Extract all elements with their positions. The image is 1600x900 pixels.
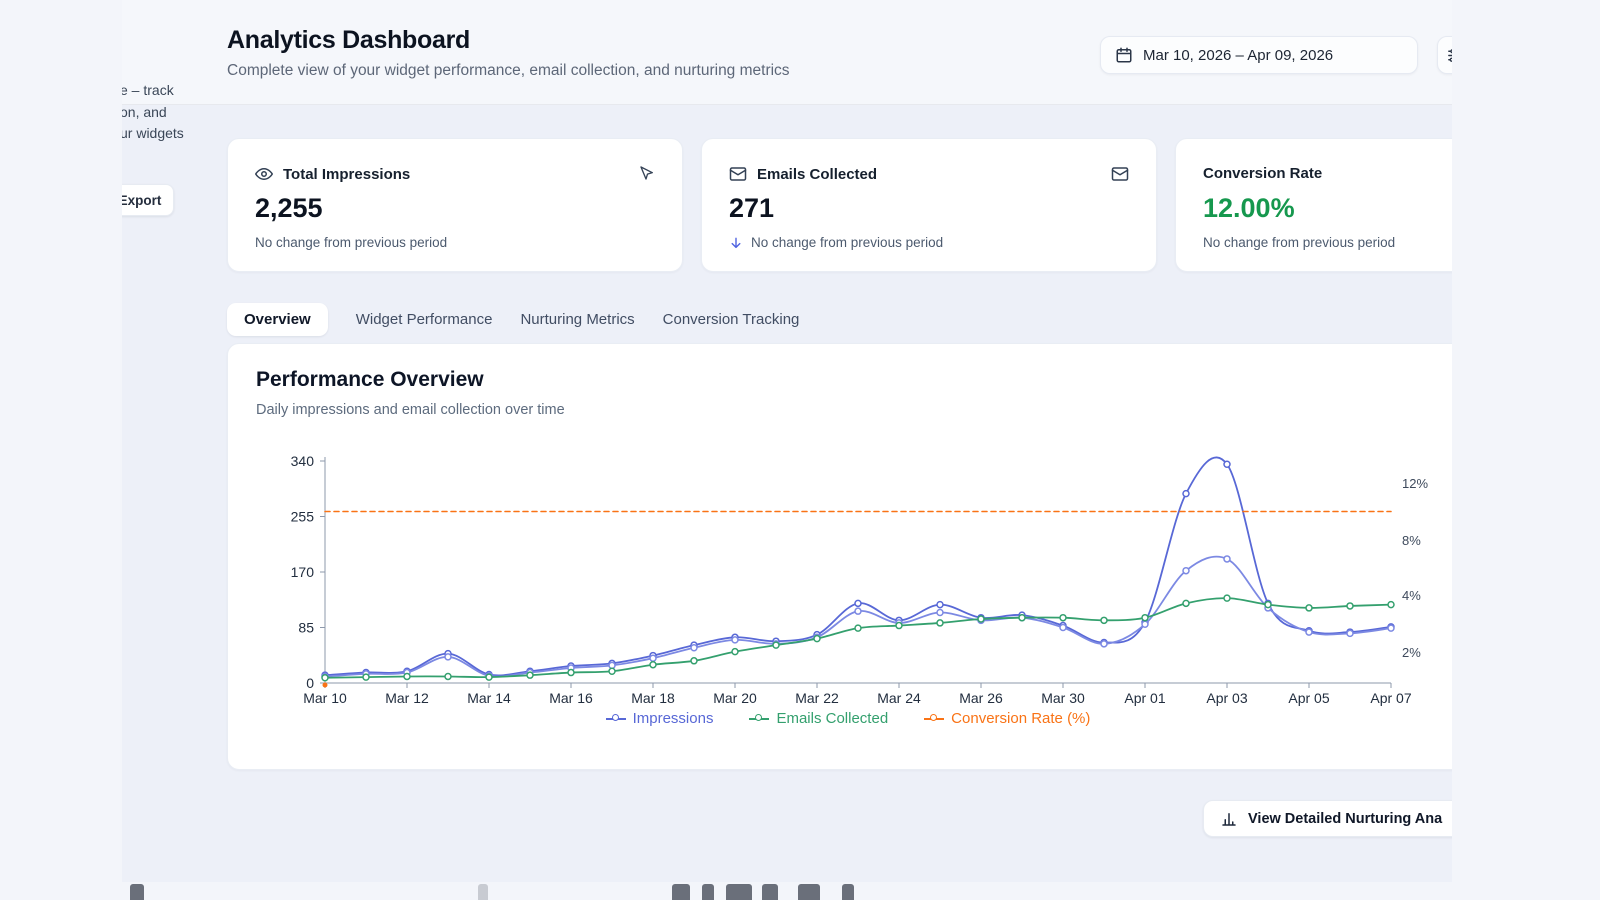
stat-value-0: 2,255 (255, 193, 323, 223)
svg-text:Mar 20: Mar 20 (713, 690, 757, 706)
svg-text:0: 0 (306, 675, 314, 691)
svg-text:Mar 12: Mar 12 (385, 690, 429, 706)
page-title: Analytics Dashboard (227, 26, 470, 54)
stat-card-header: Emails Collected (729, 165, 877, 183)
svg-text:170: 170 (291, 564, 315, 580)
tab-conversion-tracking[interactable]: Conversion Tracking (663, 311, 800, 328)
analytics-app: e – track on, and ur widgets Export Anal… (122, 0, 1452, 882)
detail-button-label: View Detailed Nurturing Ana (1248, 810, 1443, 827)
stat-change: No change from previous period (729, 235, 943, 250)
svg-text:2%: 2% (1402, 645, 1421, 660)
stat-card-header: Total Impressions (255, 165, 410, 183)
tab-nurturing-metrics[interactable]: Nurturing Metrics (520, 311, 634, 328)
stat-label: Total Impressions (283, 165, 411, 183)
stat-label: Conversion Rate (1203, 165, 1323, 182)
svg-text:Mar 24: Mar 24 (877, 690, 921, 706)
bottom-artifact (726, 884, 752, 900)
stat-card-emails-collected: Emails Collected 271 No change from prev… (701, 138, 1157, 272)
stat-change: No change from previous period (255, 235, 447, 250)
legend-marker-icon (924, 713, 945, 721)
sliders-icon (1448, 48, 1452, 62)
mail-icon (729, 167, 747, 181)
bottom-artifact (702, 884, 714, 900)
chart-title: Performance Overview (256, 368, 484, 391)
svg-text:Apr 03: Apr 03 (1206, 690, 1247, 706)
legend-item[interactable]: Impressions (605, 710, 714, 727)
arrow-down-icon (731, 237, 741, 248)
bottom-artifact (842, 884, 854, 900)
fragment-line: e – track (122, 82, 174, 98)
cursor-icon (640, 166, 653, 180)
date-range-label: Mar 10, 2026 – Apr 09, 2026 (1143, 46, 1334, 64)
bottom-artifact (478, 884, 488, 900)
stat-label: Emails Collected (757, 165, 878, 183)
stat-value-1: 271 (729, 193, 775, 223)
svg-text:255: 255 (291, 509, 315, 525)
stat-card-total-impressions: Total Impressions 2,255 No change from p… (227, 138, 683, 272)
stat-card-header: Conversion Rate (1203, 165, 1322, 182)
svg-text:Mar 18: Mar 18 (631, 690, 675, 706)
chart-legend: Impressions Emails Collected Conversion Ra… (228, 710, 1452, 727)
svg-text:12%: 12% (1402, 476, 1428, 491)
legend-marker-icon (749, 713, 770, 721)
header-extra-button[interactable] (1437, 36, 1452, 74)
bar-chart-icon (1222, 812, 1236, 826)
date-range-button[interactable]: Mar 10, 2026 – Apr 09, 2026 (1100, 36, 1418, 74)
performance-chart: 0 85 170 255 340 Mar 10 Mar 12 Mar 14 Mar 16 Mar … (291, 453, 1429, 706)
stat-value-2: 12.00% (1203, 193, 1295, 223)
svg-text:4%: 4% (1402, 588, 1421, 603)
legend-label: Emails Collected (776, 710, 889, 727)
stat-card-conversion-rate: Conversion Rate 12.00% No change from pr… (1175, 138, 1452, 272)
tab-widget-performance[interactable]: Widget Performance (356, 311, 493, 328)
sidebar-text-fragment: e – track on, and ur widgets (122, 80, 184, 145)
fragment-line: ur widgets (122, 125, 184, 141)
svg-text:85: 85 (298, 620, 314, 636)
svg-text:Mar 10: Mar 10 (303, 690, 347, 706)
svg-text:Apr 07: Apr 07 (1370, 690, 1411, 706)
stat-change: No change from previous period (1203, 235, 1395, 250)
export-button[interactable]: Export (122, 184, 174, 216)
eye-icon (255, 168, 273, 180)
svg-text:8%: 8% (1402, 533, 1421, 548)
legend-item[interactable]: Conversion Rate (%) (924, 710, 1090, 727)
fragment-line: on, and (122, 103, 167, 120)
tab-overview[interactable]: Overview (227, 303, 328, 336)
tab-bar: Overview Widget Performance Nurturing Me… (227, 301, 799, 338)
svg-text:Mar 22: Mar 22 (795, 690, 839, 706)
svg-text:Mar 30: Mar 30 (1041, 690, 1085, 706)
stat-change-text: No change from previous period (1203, 235, 1396, 250)
chart-subtitle: Daily impressions and email collection o… (256, 402, 565, 418)
legend-label: Impressions (632, 710, 714, 727)
svg-text:Mar 14: Mar 14 (467, 690, 511, 706)
legend-item[interactable]: Emails Collected (749, 710, 888, 727)
bottom-artifact (798, 884, 820, 900)
legend-label: Conversion Rate (%) (951, 710, 1091, 727)
screen: e – track on, and ur widgets Export Anal… (0, 0, 1600, 900)
performance-overview-card: Performance Overview Daily impressions a… (227, 343, 1452, 770)
calendar-icon (1116, 47, 1132, 63)
stat-change-text: No change from previous period (255, 235, 448, 250)
svg-text:340: 340 (291, 453, 315, 469)
mail-icon (1111, 167, 1129, 181)
bottom-artifact (762, 884, 778, 900)
legend-marker-icon (605, 713, 626, 721)
svg-text:Mar 16: Mar 16 (549, 690, 593, 706)
page-subtitle: Complete view of your widget performance… (227, 62, 790, 79)
bottom-artifact (672, 884, 690, 900)
svg-text:Apr 05: Apr 05 (1288, 690, 1329, 706)
svg-text:Mar 26: Mar 26 (959, 690, 1003, 706)
stat-change-text: No change from previous period (751, 235, 944, 250)
bottom-artifact (130, 884, 144, 900)
view-detailed-nurturing-button[interactable]: View Detailed Nurturing Ana (1203, 800, 1452, 837)
svg-text:Apr 01: Apr 01 (1124, 690, 1165, 706)
